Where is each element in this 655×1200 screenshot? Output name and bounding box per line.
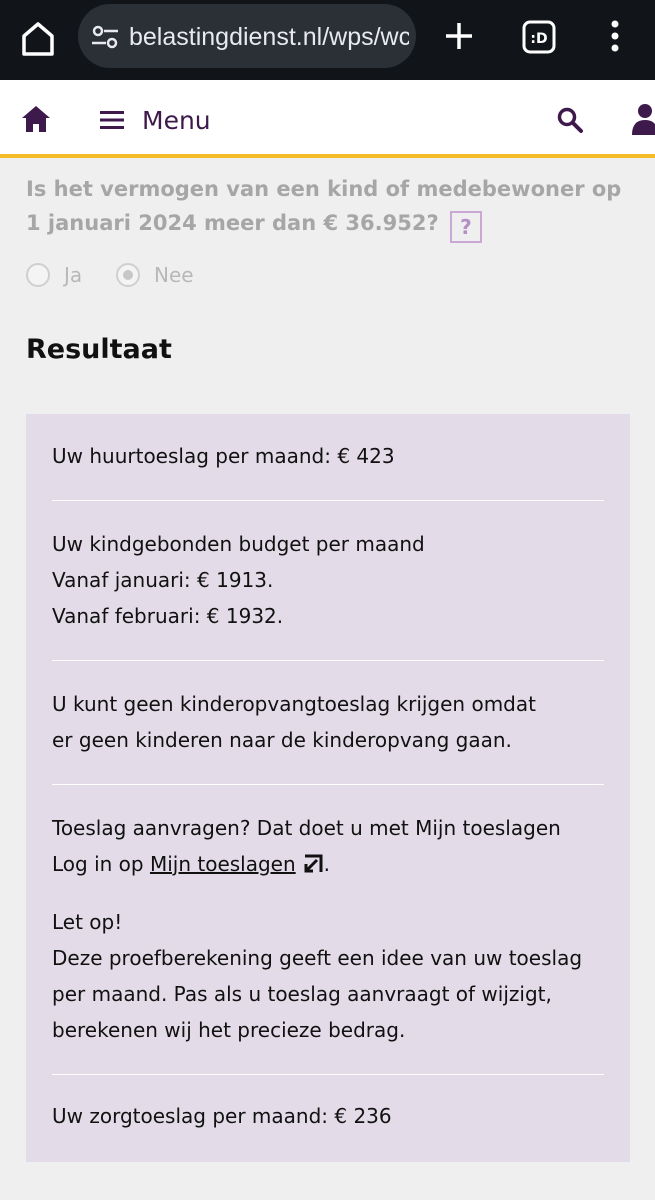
result-title: Resultaat [26, 334, 172, 365]
divider [52, 660, 604, 661]
apply-line: Log in op Mijn toeslagen . [52, 846, 608, 882]
radio-nee-circle[interactable] [116, 263, 140, 287]
apply-suffix: . [323, 852, 331, 876]
divider [52, 1074, 604, 1075]
new-tab-icon[interactable] [437, 14, 481, 58]
radio-nee[interactable]: Nee [116, 260, 194, 290]
tab-switcher-button[interactable]: :D [518, 16, 560, 58]
mijn-toeslagen-link[interactable]: Mijn toeslagen [150, 852, 296, 876]
divider [52, 500, 604, 501]
apply-title: Toeslag aanvragen? Dat doet u met Mijn t… [52, 816, 561, 840]
note-title: Let op! [52, 910, 123, 934]
external-link-icon[interactable] [302, 853, 324, 875]
tab-switcher-icon: :D [522, 20, 556, 54]
note-line1: Deze proefberekening geeft een idee van … [52, 946, 583, 970]
note-line2: per maand. Pas als u toeslag aanvraagt o… [52, 982, 552, 1006]
home-icon[interactable] [20, 104, 52, 134]
home-icon[interactable] [16, 16, 60, 60]
tab-count: :D [530, 31, 547, 47]
help-button[interactable]: ? [449, 211, 482, 243]
hamburger-icon [100, 111, 124, 129]
question-text: Is het vermogen van een kind of medebewo… [26, 177, 622, 235]
search-icon[interactable] [556, 106, 584, 134]
url-text[interactable]: belastingdienst.nl/wps/wcm/connect/nl/to… [129, 17, 409, 57]
huurtoeslag-amount: Uw huurtoeslag per maand: € 423 [52, 444, 395, 468]
vermogen-question: Is het vermogen van een kind of medebewo… [26, 172, 626, 243]
note-line3: berekenen wij het precieze bedrag. [52, 1018, 406, 1042]
kinderopvang-line1: U kunt geen kinderopvangtoeslag krijgen … [52, 692, 536, 716]
zorgtoeslag-amount: Uw zorgtoeslag per maand: € 236 [52, 1104, 392, 1128]
more-options-icon[interactable] [597, 14, 633, 58]
kinderopvang-line2: er geen kinderen naar de kinderopvang ga… [52, 728, 512, 752]
site-settings-icon[interactable] [90, 22, 120, 52]
radio-nee-label: Nee [154, 263, 194, 287]
radio-ja-label: Ja [64, 263, 83, 287]
kgb-january: Vanaf januari: € 1913. [52, 568, 274, 592]
browser-toolbar: belastingdienst.nl/wps/wcm/connect/nl/to… [0, 0, 655, 80]
user-icon[interactable] [630, 102, 655, 136]
kgb-february: Vanaf februari: € 1932. [52, 604, 284, 628]
divider [52, 784, 604, 785]
apply-prefix: Log in op [52, 852, 150, 876]
radio-ja[interactable]: Ja [26, 260, 82, 290]
site-header: Menu [0, 80, 655, 158]
radio-ja-circle[interactable] [26, 263, 50, 287]
kgb-title: Uw kindgebonden budget per maand [52, 532, 425, 556]
menu-label: Menu [142, 105, 211, 135]
result-panel: Uw huurtoeslag per maand: € 423 Uw kindg… [26, 414, 630, 1162]
menu-button[interactable]: Menu [100, 100, 220, 140]
